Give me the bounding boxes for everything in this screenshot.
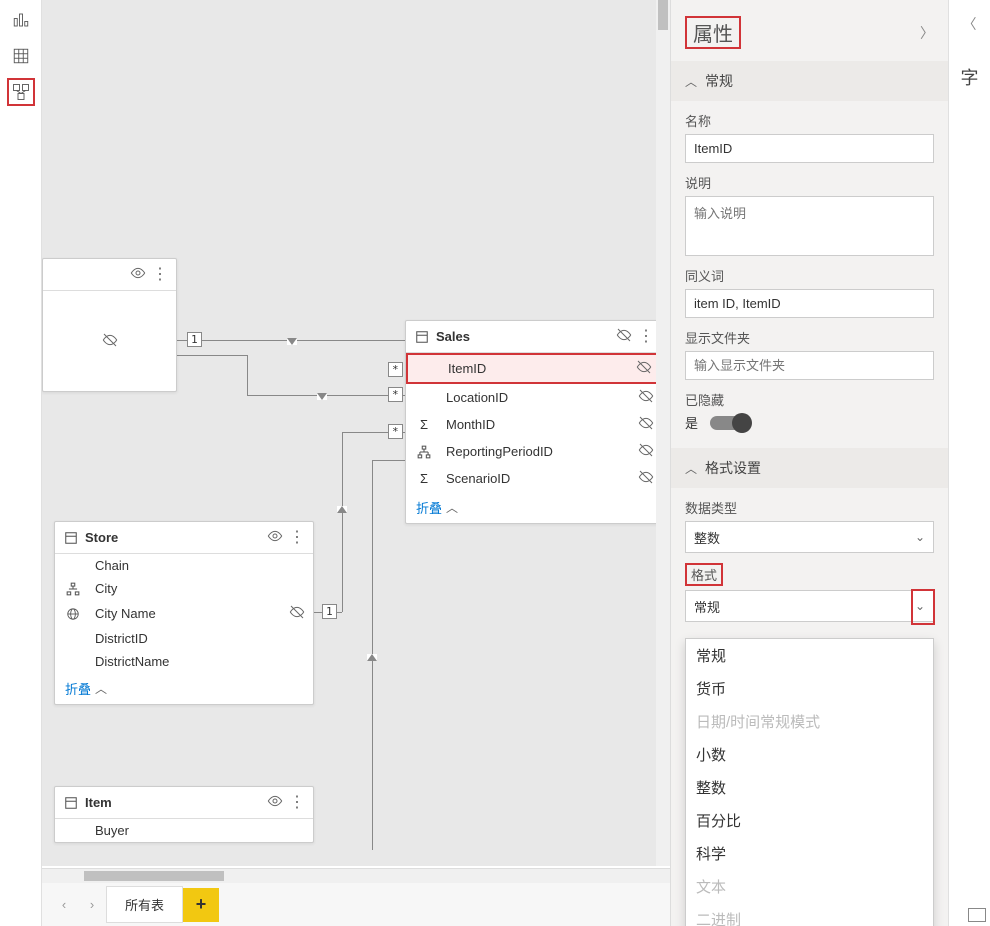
more-icon[interactable]: ⋮ [152,271,168,279]
cardinality-many: * [388,387,403,402]
fields-label: 字 [961,64,979,90]
format-option: 文本 [686,870,933,903]
tab-next-button[interactable]: › [78,891,106,919]
field-cityname[interactable]: City Name [55,600,313,627]
format-option[interactable]: 常规 [686,639,933,672]
field-city[interactable]: City [55,577,313,600]
format-option: 二进制 [686,903,933,926]
fit-to-screen-icon[interactable] [968,908,986,922]
collapse-panel-icon[interactable]: 〉 [920,23,934,43]
chevron-down-icon: ⌄ [915,599,925,613]
datatype-label: 数据类型 [685,498,934,517]
hierarchy-icon [63,582,83,596]
table-title: Item [85,795,261,810]
hidden-icon [638,469,654,488]
synonym-label: 同义词 [685,266,934,285]
field-monthid[interactable]: Σ MonthID [406,411,662,438]
field-scenarioid[interactable]: Σ ScenarioID [406,465,662,492]
name-input[interactable] [685,134,934,163]
desc-input[interactable] [685,196,934,256]
format-option[interactable]: 科学 [686,837,933,870]
panel-title: 属性 [685,16,741,49]
table-card-sales[interactable]: Sales ⋮ ItemID LocationID Σ MonthID Repo… [405,320,663,524]
table-icon [414,330,430,344]
more-icon[interactable]: ⋮ [638,333,654,341]
table-card-item[interactable]: Item ⋮ Buyer [54,786,314,843]
cardinality-one: 1 [187,332,202,347]
table-title: Sales [436,329,610,344]
hidden-label: 已隐藏 [685,390,934,409]
cardinality-many: * [388,362,403,377]
synonym-input[interactable] [685,289,934,318]
format-option[interactable]: 小数 [686,738,933,771]
properties-panel: 属性 〉 ︿常规 名称 说明 同义词 显示文件夹 已隐藏 是 [670,0,948,926]
view-switcher-rail [0,0,42,926]
hierarchy-icon [414,445,434,459]
table-title: Store [85,530,261,545]
chevron-down-icon: ⌄ [915,530,925,544]
folder-input[interactable] [685,351,934,380]
table-icon [63,796,79,810]
table-icon [63,531,79,545]
more-icon[interactable]: ⋮ [289,534,305,542]
more-icon[interactable]: ⋮ [289,799,305,807]
hidden-icon [638,442,654,461]
datatype-select[interactable]: 整数 ⌄ [685,521,934,553]
format-label: 格式 [685,563,934,586]
field-reportingperiodid[interactable]: ReportingPeriodID [406,438,662,465]
visibility-icon[interactable] [130,265,146,284]
field-locationid[interactable]: LocationID [406,384,662,411]
table-card-partial[interactable]: ⋮ [42,258,177,392]
model-canvas[interactable]: 1 * * 1 * ⋮ Sales ⋮ ItemID [42,0,670,866]
hidden-toggle[interactable] [710,416,750,430]
tab-all-tables[interactable]: 所有表 [106,886,183,923]
field-buyer[interactable]: Buyer [55,819,313,842]
data-view-button[interactable] [7,42,35,70]
format-option[interactable]: 货币 [686,672,933,705]
table-card-store[interactable]: Store ⋮ Chain City City Name DistrictID … [54,521,314,705]
hidden-icon [636,359,652,378]
hidden-icon[interactable] [616,327,632,346]
format-option[interactable]: 整数 [686,771,933,804]
section-general[interactable]: ︿常规 [671,61,948,101]
format-dropdown: 常规货币日期/时间常规模式小数整数百分比科学文本二进制True/false [685,638,934,926]
field-itemid[interactable]: ItemID [408,355,660,382]
desc-label: 说明 [685,173,934,192]
format-option: 日期/时间常规模式 [686,705,933,738]
fields-rail: 〈 字 [948,0,990,926]
vertical-scrollbar[interactable] [656,0,670,866]
collapse-link[interactable]: 折叠 ︿ [55,673,313,704]
cardinality-many: * [388,424,403,439]
globe-icon [63,607,83,621]
visibility-icon[interactable] [267,528,283,547]
hidden-icon [638,415,654,434]
layout-tabs: ‹ › 所有表 + [42,868,670,926]
field-chain[interactable]: Chain [55,554,313,577]
visibility-icon[interactable] [267,793,283,812]
cardinality-one: 1 [322,604,337,619]
hidden-field-icon [102,332,118,351]
collapse-link[interactable]: 折叠 ︿ [406,492,662,523]
horizontal-scrollbar[interactable] [42,869,670,883]
hidden-value: 是 [685,413,698,432]
format-select[interactable]: 常规 ⌄ [685,590,934,622]
tab-prev-button[interactable]: ‹ [50,891,78,919]
add-tab-button[interactable]: + [183,888,219,922]
hidden-icon [289,604,305,623]
report-view-button[interactable] [7,6,35,34]
name-label: 名称 [685,111,934,130]
format-option[interactable]: 百分比 [686,804,933,837]
hidden-icon [638,388,654,407]
field-districtid[interactable]: DistrictID [55,627,313,650]
field-districtname[interactable]: DistrictName [55,650,313,673]
section-format[interactable]: ︿格式设置 [671,448,948,488]
sigma-icon: Σ [414,471,434,486]
folder-label: 显示文件夹 [685,328,934,347]
expand-fields-icon[interactable]: 〈 [963,14,977,34]
sigma-icon: Σ [414,417,434,432]
model-view-button[interactable] [7,78,35,106]
